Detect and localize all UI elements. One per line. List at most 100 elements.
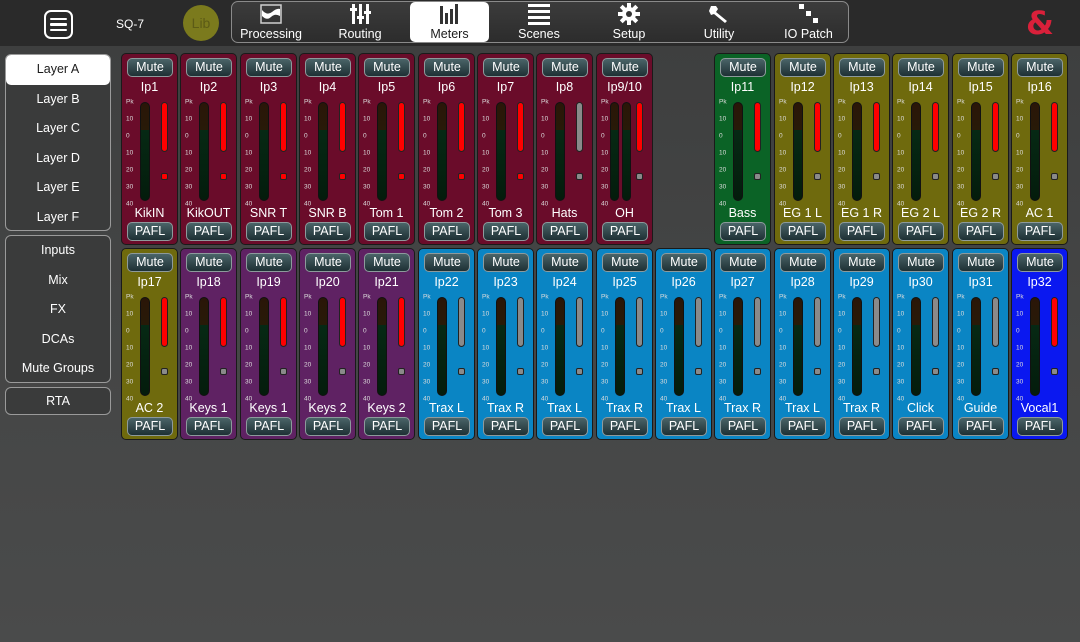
sidebar-item-layer-e[interactable]: Layer E [6,173,110,203]
pafl-button[interactable]: PAFL [483,417,529,436]
fader-level-indicator[interactable] [992,297,999,347]
rta-button[interactable]: RTA [6,388,110,414]
fader-level-indicator[interactable] [576,102,583,152]
fader-level-indicator[interactable] [161,297,168,347]
fader-level-indicator[interactable] [398,102,405,152]
mute-button[interactable]: Mute [424,253,470,272]
fader-level-indicator[interactable] [458,102,465,152]
sidebar-item-mute-groups[interactable]: Mute Groups [6,354,110,384]
pafl-button[interactable]: PAFL [958,222,1004,241]
mute-button[interactable]: Mute [898,253,944,272]
fader-level-indicator[interactable] [220,297,227,347]
mute-button[interactable]: Mute [542,253,588,272]
fader-level-indicator[interactable] [280,102,287,152]
fader-level-indicator[interactable] [220,102,227,152]
mute-button[interactable]: Mute [305,253,351,272]
mute-button[interactable]: Mute [483,253,529,272]
pafl-button[interactable]: PAFL [424,417,470,436]
fader-level-indicator[interactable] [873,297,880,347]
sidebar-item-layer-f[interactable]: Layer F [6,203,110,233]
fader-level-indicator[interactable] [576,297,583,347]
mute-button[interactable]: Mute [720,253,766,272]
mute-button[interactable]: Mute [1017,58,1063,77]
pafl-button[interactable]: PAFL [958,417,1004,436]
pafl-button[interactable]: PAFL [542,222,588,241]
fader-level-indicator[interactable] [280,297,287,347]
fader-level-indicator[interactable] [517,297,524,347]
pafl-button[interactable]: PAFL [364,417,410,436]
mute-button[interactable]: Mute [305,58,351,77]
fader-level-indicator[interactable] [814,102,821,152]
tab-routing[interactable]: Routing [310,2,410,42]
pafl-button[interactable]: PAFL [720,417,766,436]
pafl-button[interactable]: PAFL [602,417,648,436]
pafl-button[interactable]: PAFL [839,222,885,241]
fader-level-indicator[interactable] [932,102,939,152]
pafl-button[interactable]: PAFL [1017,222,1063,241]
sidebar-item-dcas[interactable]: DCAs [6,325,110,355]
mute-button[interactable]: Mute [1017,253,1063,272]
mute-button[interactable]: Mute [839,253,885,272]
sidebar-item-fx[interactable]: FX [6,295,110,325]
fader-level-indicator[interactable] [754,297,761,347]
mute-button[interactable]: Mute [127,253,173,272]
hamburger-menu-icon[interactable] [44,10,73,39]
tab-scenes[interactable]: Scenes [489,2,589,42]
pafl-button[interactable]: PAFL [246,222,292,241]
pafl-button[interactable]: PAFL [364,222,410,241]
mute-button[interactable]: Mute [958,58,1004,77]
mute-button[interactable]: Mute [661,253,707,272]
fader-level-indicator[interactable] [814,297,821,347]
pafl-button[interactable]: PAFL [186,417,232,436]
mute-button[interactable]: Mute [780,253,826,272]
mute-button[interactable]: Mute [602,58,648,77]
fader-level-indicator[interactable] [754,102,761,152]
mute-button[interactable]: Mute [839,58,885,77]
pafl-button[interactable]: PAFL [127,222,173,241]
sidebar-item-layer-d[interactable]: Layer D [6,144,110,174]
mute-button[interactable]: Mute [780,58,826,77]
library-button[interactable]: Lib [183,5,219,41]
sidebar-item-inputs[interactable]: Inputs [6,236,110,266]
pafl-button[interactable]: PAFL [305,417,351,436]
mute-button[interactable]: Mute [720,58,766,77]
tab-io-patch[interactable]: IO Patch [769,2,848,42]
pafl-button[interactable]: PAFL [839,417,885,436]
sidebar-item-layer-a[interactable]: Layer A [6,55,110,85]
mute-button[interactable]: Mute [364,253,410,272]
sidebar-item-layer-b[interactable]: Layer B [6,85,110,115]
tab-meters[interactable]: Meters [410,2,489,42]
fader-level-indicator[interactable] [1051,102,1058,152]
fader-level-indicator[interactable] [636,102,643,152]
pafl-button[interactable]: PAFL [542,417,588,436]
mute-button[interactable]: Mute [483,58,529,77]
tab-processing[interactable]: Processing [232,2,310,42]
fader-level-indicator[interactable] [458,297,465,347]
pafl-button[interactable]: PAFL [127,417,173,436]
pafl-button[interactable]: PAFL [780,222,826,241]
tab-utility[interactable]: Utility [669,2,769,42]
fader-level-indicator[interactable] [992,102,999,152]
mute-button[interactable]: Mute [186,58,232,77]
fader-level-indicator[interactable] [161,102,168,152]
pafl-button[interactable]: PAFL [661,417,707,436]
pafl-button[interactable]: PAFL [898,417,944,436]
mute-button[interactable]: Mute [364,58,410,77]
mute-button[interactable]: Mute [898,58,944,77]
pafl-button[interactable]: PAFL [720,222,766,241]
mute-button[interactable]: Mute [542,58,588,77]
fader-level-indicator[interactable] [932,297,939,347]
fader-level-indicator[interactable] [695,297,702,347]
mute-button[interactable]: Mute [602,253,648,272]
pafl-button[interactable]: PAFL [1017,417,1063,436]
sidebar-item-mix[interactable]: Mix [6,266,110,296]
tab-setup[interactable]: Setup [589,2,669,42]
fader-level-indicator[interactable] [1051,297,1058,347]
pafl-button[interactable]: PAFL [602,222,648,241]
pafl-button[interactable]: PAFL [246,417,292,436]
fader-level-indicator[interactable] [636,297,643,347]
fader-level-indicator[interactable] [517,102,524,152]
pafl-button[interactable]: PAFL [186,222,232,241]
mute-button[interactable]: Mute [246,253,292,272]
fader-level-indicator[interactable] [398,297,405,347]
